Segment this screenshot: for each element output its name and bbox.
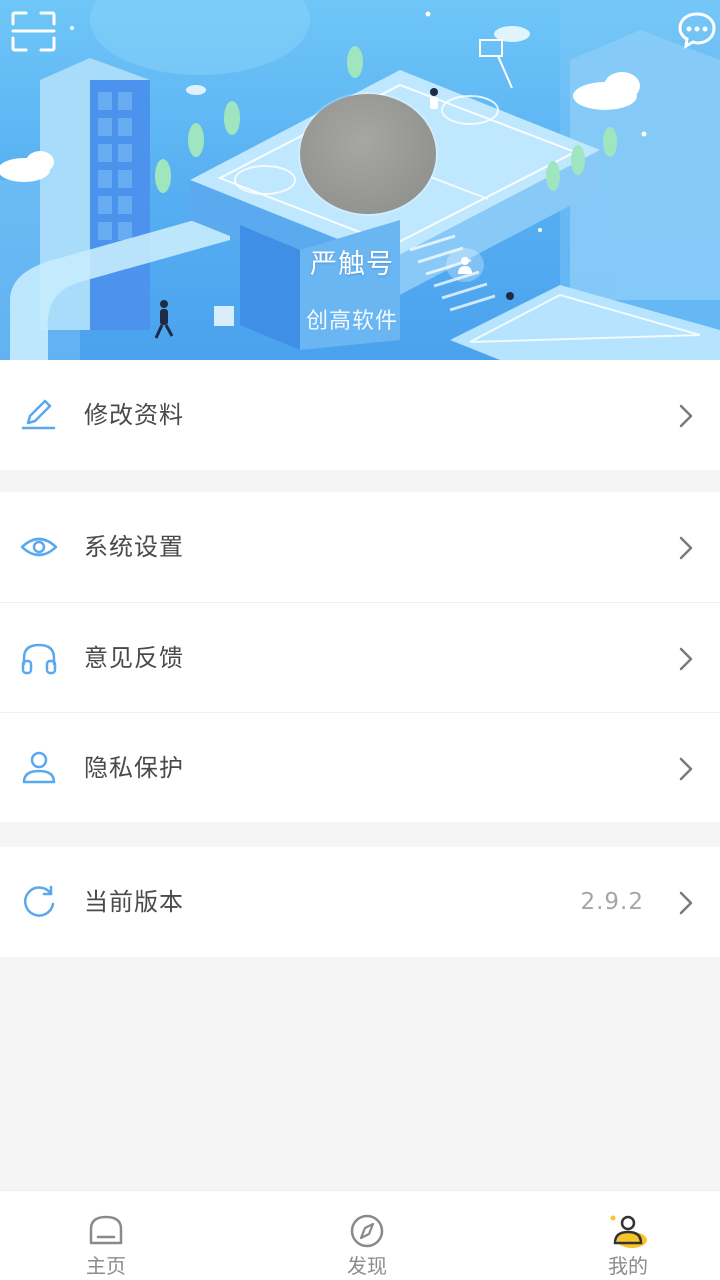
company-name: 创高软件 (306, 309, 399, 334)
chevron-right-icon (679, 647, 693, 671)
tab-label: 主页 (86, 1254, 126, 1278)
message-icon[interactable] (676, 8, 718, 54)
tab-home[interactable]: 主页 (46, 1191, 166, 1280)
chevron-right-icon (679, 757, 693, 781)
menu-item-version[interactable]: 当前版本 2.9.2 (0, 847, 720, 957)
menu-group-version: 当前版本 2.9.2 (0, 847, 720, 957)
user-name: 严触号 (310, 249, 394, 280)
tab-label: 我的 (608, 1254, 648, 1278)
chevron-right-icon (679, 891, 693, 915)
menu-label: 隐私保护 (84, 754, 184, 782)
avatar[interactable] (300, 94, 436, 214)
pencil-icon (21, 399, 56, 430)
scan-icon[interactable] (10, 10, 60, 54)
person-badge-icon[interactable] (446, 248, 484, 282)
menu-item-system-settings[interactable]: 系统设置 (0, 492, 720, 602)
tab-mine[interactable]: 我的 (568, 1191, 688, 1280)
menu-group-settings: 系统设置 意见反馈 隐私保护 (0, 492, 720, 822)
profile-icon (610, 1215, 647, 1248)
menu-label: 当前版本 (84, 888, 184, 916)
tab-discover[interactable]: 发现 (307, 1191, 427, 1280)
refresh-icon (24, 885, 55, 917)
user-icon (22, 751, 56, 784)
tab-label: 发现 (347, 1254, 387, 1278)
menu-label: 修改资料 (84, 401, 184, 429)
home-icon (89, 1215, 123, 1245)
profile-screen: 严触号 创高软件 修改资料 系统设置 意见反馈 隐私保护 当前版本 2.9.2 … (0, 0, 720, 1280)
menu-label: 意见反馈 (84, 644, 184, 672)
menu-label: 系统设置 (84, 533, 184, 561)
chevron-right-icon (679, 404, 693, 428)
chevron-right-icon (679, 536, 693, 560)
menu-item-privacy[interactable]: 隐私保护 (0, 712, 720, 822)
profile-header-banner: 严触号 创高软件 (0, 0, 720, 360)
menu-group-profile: 修改资料 (0, 360, 720, 470)
version-number: 2.9.2 (580, 889, 644, 915)
eye-icon (20, 537, 58, 557)
compass-icon (350, 1214, 384, 1248)
menu-item-feedback[interactable]: 意见反馈 (0, 602, 720, 712)
headphones-icon (21, 643, 57, 675)
bottom-tab-bar: 主页 发现 我的 (0, 1190, 720, 1280)
menu-item-edit-profile[interactable]: 修改资料 (0, 360, 720, 470)
